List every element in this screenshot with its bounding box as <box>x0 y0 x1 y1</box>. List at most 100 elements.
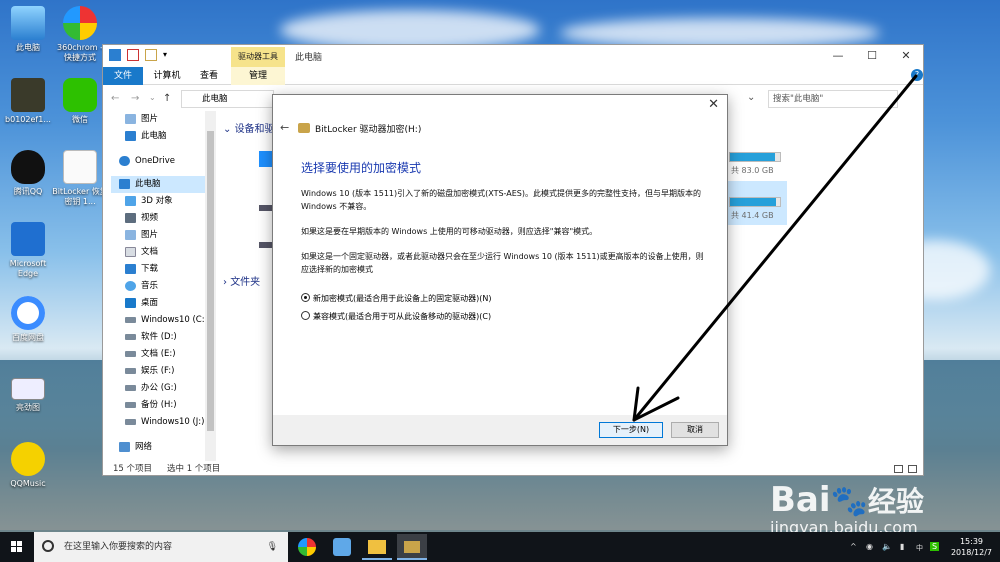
desktop-icon-edge[interactable]: Microsoft Edge <box>0 222 56 279</box>
radio-button-checked[interactable] <box>301 293 310 302</box>
address-bar[interactable]: 此电脑 <box>181 90 274 108</box>
section-devices-drives[interactable]: ⌄ 设备和驱 <box>223 120 275 135</box>
dropdown-icon[interactable]: ▾ <box>163 49 175 61</box>
tab-computer[interactable]: 计算机 <box>147 67 187 85</box>
tab-view[interactable]: 查看 <box>191 67 227 85</box>
sidebar-item-label: 图片 <box>141 230 159 240</box>
sidebar-item-label: Windows10 (C: <box>141 315 205 325</box>
back-arrow-icon[interactable]: ← <box>280 121 289 134</box>
desktop-icon-label: BitLocker 恢复密钥 1... <box>52 187 108 206</box>
tab-file[interactable]: 文件 <box>103 67 143 85</box>
paw-icon: 🐾 <box>830 484 868 519</box>
radio-new-encryption-mode[interactable]: 新加密模式(最适合用于此设备上的固定驱动器)(N) <box>301 293 491 305</box>
back-icon[interactable]: ← <box>111 93 119 104</box>
drive-usage-bar <box>729 152 781 162</box>
taskbar: 在这里输入你要搜索的内容 🎙 ^ ◉ 🔈 ▮ 中 S 15:39 2018/12… <box>0 532 1000 562</box>
help-icon[interactable]: ? <box>911 69 923 81</box>
section-folders[interactable]: › 文件夹 <box>223 273 260 288</box>
sidebar-item-label: 下载 <box>141 264 159 274</box>
bitlocker-icon <box>404 541 420 553</box>
image-file-icon <box>11 78 45 112</box>
desktop-icon-baidu-netdisk[interactable]: 百度网盘 <box>0 296 56 343</box>
title-bar: ▾ 驱动器工具 此电脑 — ☐ ✕ <box>103 45 923 67</box>
next-button[interactable]: 下一步(N) <box>599 422 663 438</box>
desktop-icon-360chrome[interactable]: 360chrom - 快捷方式 <box>52 6 108 63</box>
desktop-icon-this-pc[interactable]: 此电脑 <box>0 6 56 53</box>
folder-icon[interactable] <box>145 49 157 61</box>
recent-dropdown-icon[interactable]: ⌄ <box>149 93 156 102</box>
sidebar-item-label: 此电脑 <box>135 179 161 189</box>
maximize-icon[interactable]: ☐ <box>855 45 889 67</box>
taskbar-app-explorer[interactable] <box>362 534 392 560</box>
microphone-icon[interactable]: 🎙 <box>267 532 278 562</box>
desktop-icon-image[interactable]: b0102ef1... <box>0 78 56 125</box>
sidebar-scrollbar[interactable] <box>205 111 216 461</box>
navigation-pane: 图片 此电脑 OneDrive 此电脑 3D 对象 视频 图片 文档 下载 音乐… <box>111 111 213 461</box>
desktop-icon-wechat[interactable]: 微信 <box>52 78 108 125</box>
tray-app-icon[interactable]: ◉ <box>866 542 873 551</box>
volume-icon[interactable]: 🔈 <box>882 542 892 551</box>
sidebar-item-label: 备份 (H:) <box>141 400 177 410</box>
sidebar-item-drive-c[interactable]: Windows10 (C: <box>125 312 213 329</box>
sidebar-item-label: 此电脑 <box>141 131 167 141</box>
chevron-down-icon: ⌄ <box>223 124 235 135</box>
section-label: 文件夹 <box>230 277 261 288</box>
cancel-button[interactable]: 取消 <box>671 422 719 438</box>
drive-icon <box>125 367 136 374</box>
search-input[interactable]: 搜索"此电脑" <box>768 90 898 108</box>
desktop-icon-label: 360chrom - 快捷方式 <box>57 43 103 62</box>
taskbar-app-paint[interactable] <box>327 534 357 560</box>
music-icon <box>125 280 136 291</box>
window-controls: — ☐ ✕ <box>821 45 923 67</box>
watermark-brand: Bai <box>770 480 831 520</box>
watermark-brand-cn: 经验 <box>867 485 924 518</box>
desktop-icon-qqmusic[interactable]: QQMusic <box>0 442 56 489</box>
desktop-icon-qq[interactable]: 腾讯QQ <box>0 150 56 197</box>
scrollbar-thumb[interactable] <box>207 131 214 431</box>
details-view-icon[interactable] <box>894 465 903 473</box>
address-dropdown-icon[interactable]: ⌄ <box>747 92 755 103</box>
start-button[interactable] <box>0 532 34 562</box>
network-icon[interactable]: ▮ <box>900 542 904 551</box>
netdisk-icon <box>11 296 45 330</box>
input-language-icon[interactable]: 中 <box>916 543 923 553</box>
sidebar-item-label: 音乐 <box>141 281 159 291</box>
sidebar-item-label: 办公 (G:) <box>141 383 177 393</box>
forward-icon[interactable]: → <box>131 93 139 104</box>
ime-icon[interactable]: S <box>930 542 940 551</box>
close-icon[interactable]: ✕ <box>708 97 719 112</box>
up-icon[interactable]: ↑ <box>163 93 171 104</box>
cortana-icon <box>42 540 54 552</box>
desktop-icon-label: Microsoft Edge <box>9 259 47 278</box>
large-icons-view-icon[interactable] <box>908 465 917 473</box>
sidebar-item-network[interactable]: 网络 <box>119 439 219 456</box>
dialog-footer: 下一步(N) 取消 <box>273 415 727 445</box>
clock[interactable]: 15:39 2018/12/7 <box>951 536 992 558</box>
computer-icon <box>119 178 130 189</box>
sidebar-item-onedrive[interactable]: OneDrive <box>119 153 219 170</box>
tab-manage[interactable]: 管理 <box>231 67 285 85</box>
desktop-icon-screenshot[interactable]: 亮劲图 <box>0 370 56 413</box>
taskbar-app-360chrome[interactable] <box>292 534 322 560</box>
bitlocker-dialog: ✕ ← BitLocker 驱动器加密(H:) 选择要使用的加密模式 Windo… <box>272 94 728 446</box>
drive-icon <box>125 350 136 357</box>
radio-button[interactable] <box>301 311 310 320</box>
download-icon <box>125 263 136 274</box>
drive-icon <box>125 384 136 391</box>
properties-icon[interactable] <box>127 49 139 61</box>
radio-compatible-mode[interactable]: 兼容模式(最适合用于可从此设备移动的驱动器)(C) <box>301 311 491 323</box>
context-tab-drive-tools: 驱动器工具 <box>231 47 285 67</box>
desktop-icon-bitlocker-key[interactable]: BitLocker 恢复密钥 1... <box>52 150 108 207</box>
window-title: 此电脑 <box>295 53 323 63</box>
taskbar-app-bitlocker[interactable] <box>397 534 427 560</box>
minimize-icon[interactable]: — <box>821 45 855 67</box>
taskbar-search-input[interactable]: 在这里输入你要搜索的内容 🎙 <box>34 532 288 562</box>
sidebar-item-label: 图片 <box>141 114 159 124</box>
bitlocker-icon <box>298 123 310 133</box>
edge-icon <box>11 222 45 256</box>
close-icon[interactable]: ✕ <box>889 45 923 67</box>
browser-icon <box>63 6 97 40</box>
desktop-icon-label: 此电脑 <box>16 43 40 52</box>
tray-expand-icon[interactable]: ^ <box>850 542 857 551</box>
sidebar-item-this-pc[interactable]: 此电脑 <box>111 176 213 193</box>
